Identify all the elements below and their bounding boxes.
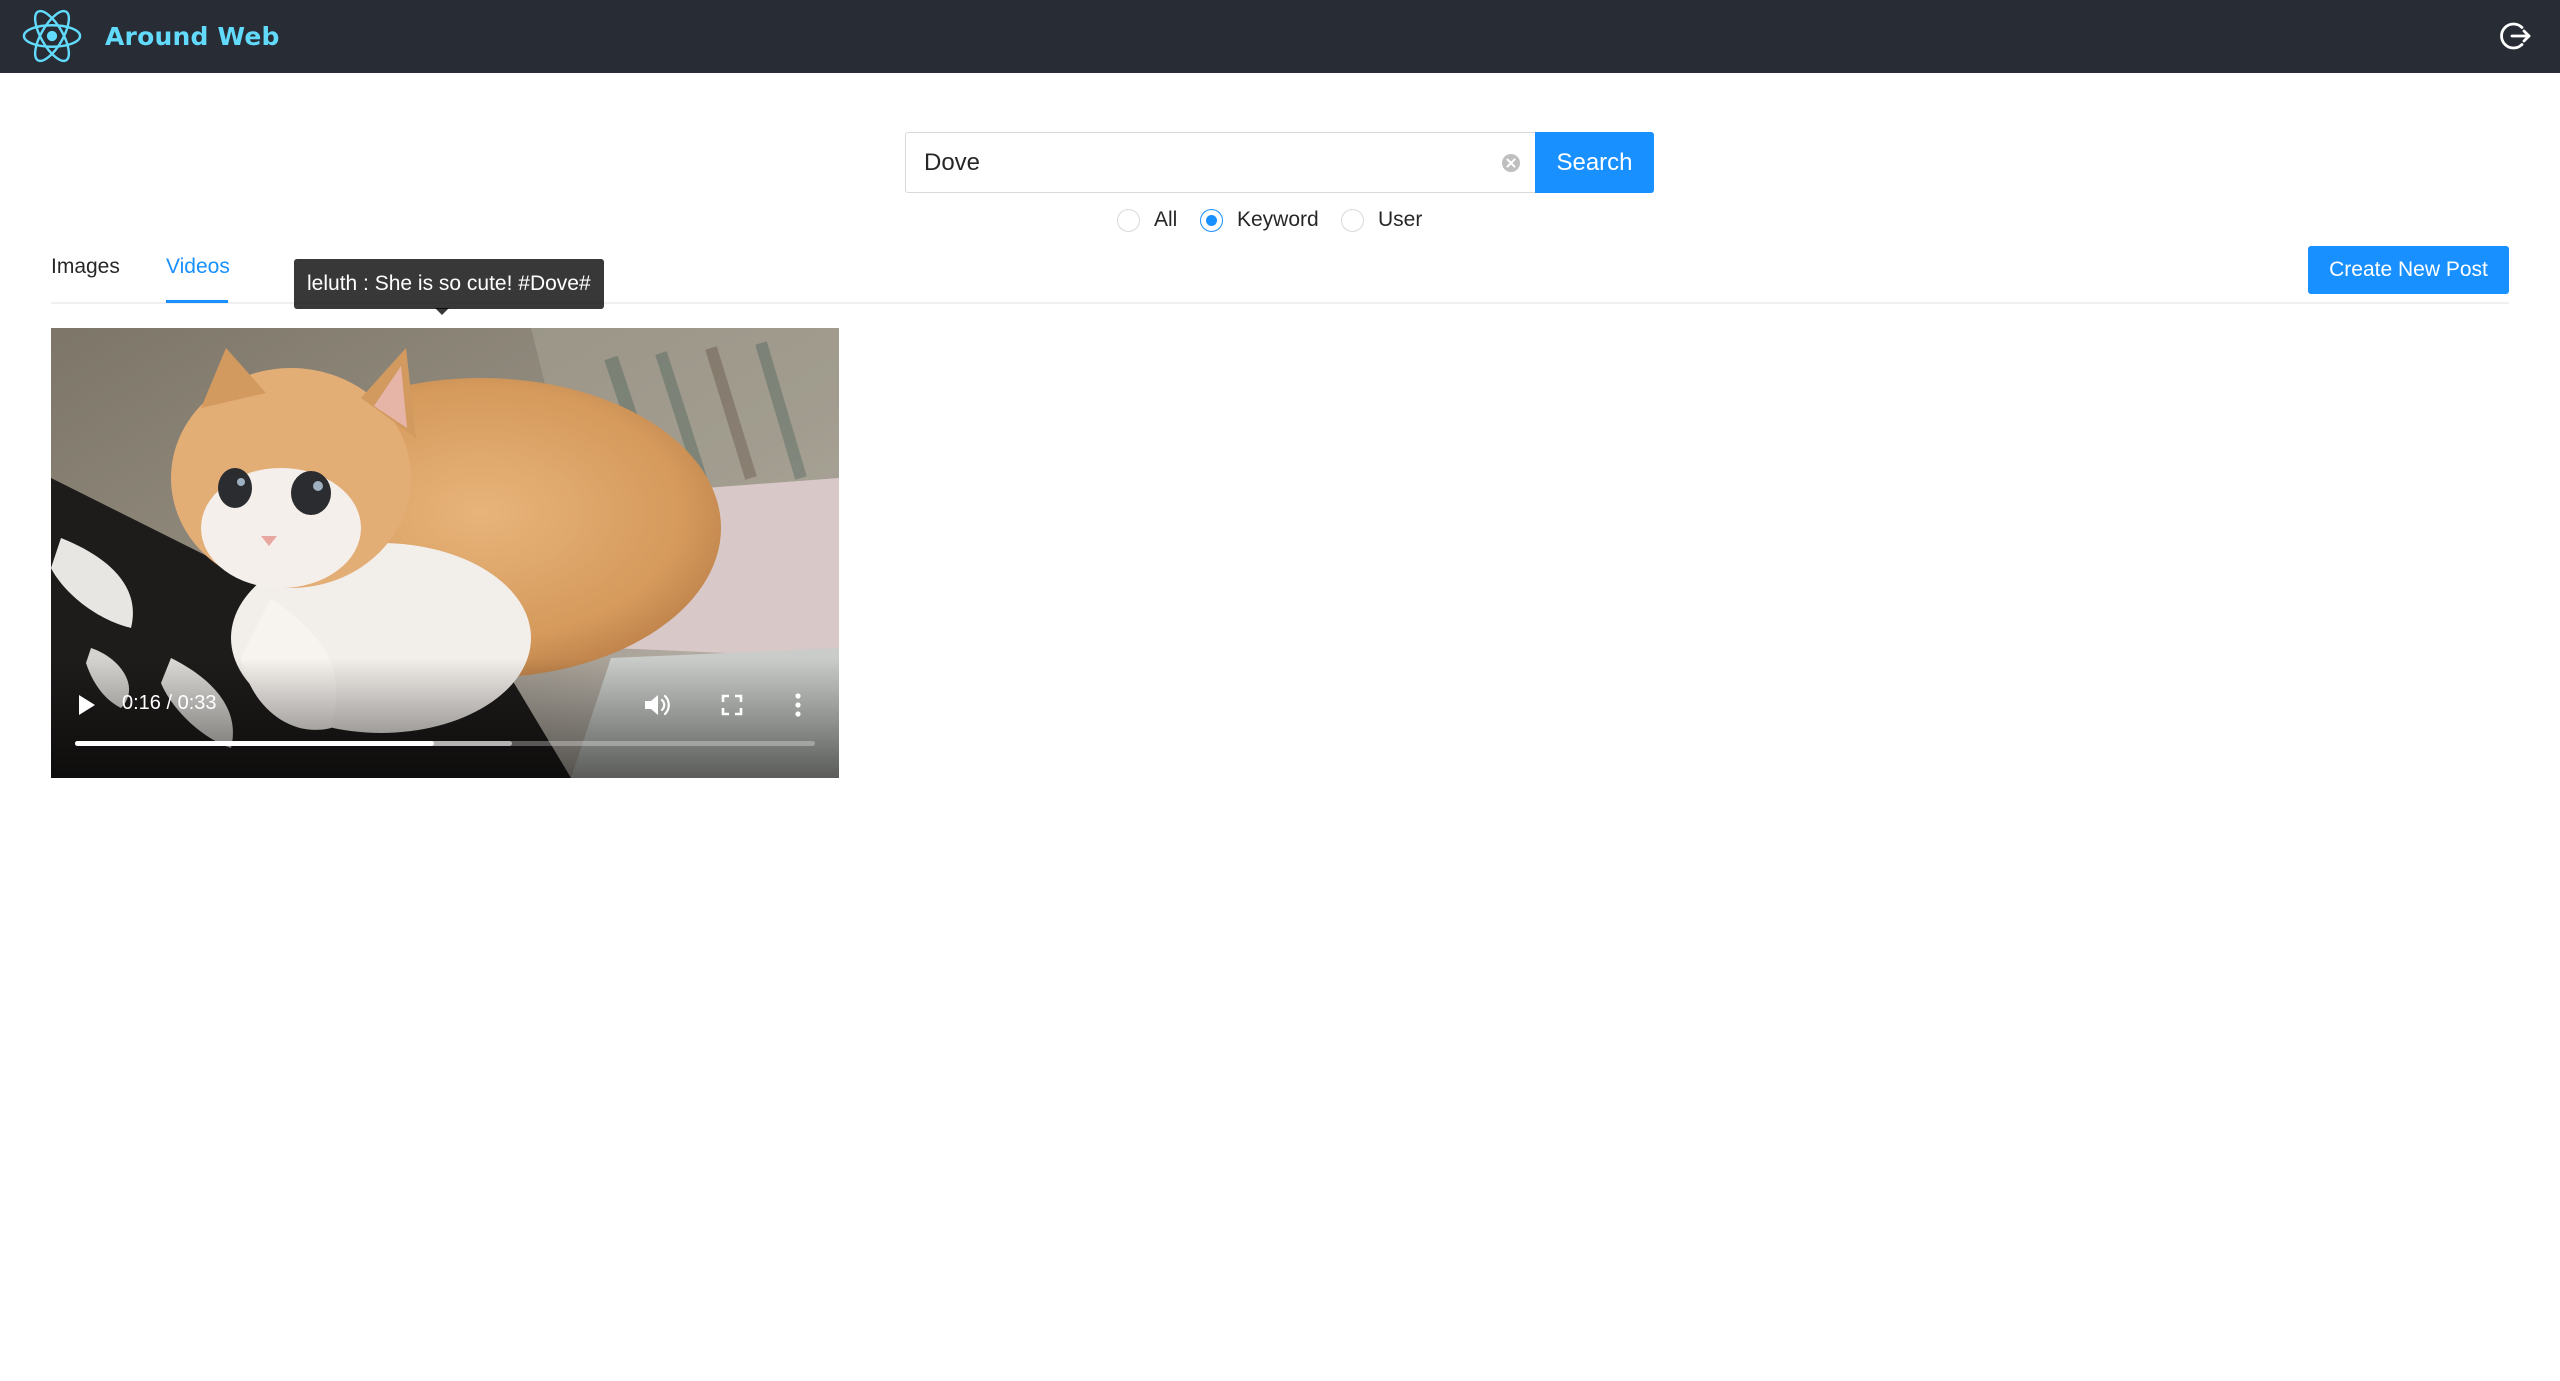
search-input[interactable]: [924, 133, 1484, 192]
radio-keyword-label: Keyword: [1237, 208, 1319, 231]
tooltip-arrow: [435, 308, 449, 315]
play-icon[interactable]: [77, 693, 97, 717]
video-player[interactable]: 0:16 / 0:33: [51, 328, 839, 778]
app-title: Around Web: [105, 22, 280, 51]
radio-keyword[interactable]: Keyword: [1200, 204, 1319, 236]
search-button[interactable]: Search: [1535, 132, 1654, 193]
react-atom-icon: [22, 9, 82, 63]
app-header: Around Web: [0, 0, 2560, 73]
radio-all[interactable]: All: [1117, 204, 1177, 236]
more-options-icon[interactable]: [793, 692, 803, 718]
create-new-post-button[interactable]: Create New Post: [2308, 246, 2509, 294]
active-tab-indicator: [166, 300, 228, 303]
logout-icon[interactable]: [2498, 19, 2532, 53]
radio-all-circle[interactable]: [1117, 208, 1140, 232]
fullscreen-icon[interactable]: [721, 694, 743, 716]
volume-icon[interactable]: [643, 692, 671, 718]
radio-user-label: User: [1378, 208, 1423, 231]
video-progress-bar[interactable]: [75, 741, 815, 746]
tab-images[interactable]: Images: [51, 255, 120, 279]
radio-keyword-circle[interactable]: [1200, 208, 1223, 232]
video-time: 0:16 / 0:33: [122, 692, 217, 714]
tab-videos[interactable]: Videos: [166, 255, 230, 279]
search-box: [905, 132, 1535, 193]
video-controls-overlay: [51, 658, 839, 778]
video-progress-fill: [75, 741, 434, 746]
close-circle-icon[interactable]: [1501, 153, 1521, 173]
radio-user-circle[interactable]: [1341, 208, 1364, 232]
video-caption-tooltip: leluth : She is so cute! #Dove#: [294, 259, 604, 309]
radio-user[interactable]: User: [1341, 204, 1422, 236]
radio-all-label: All: [1154, 208, 1178, 231]
